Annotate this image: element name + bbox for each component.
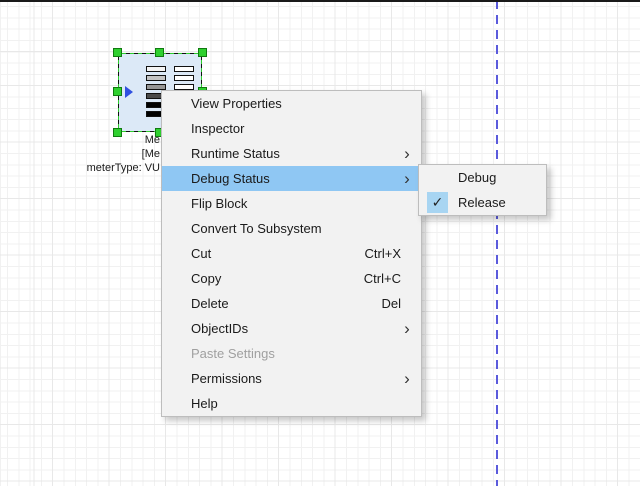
menu-item-label: Flip Block: [191, 196, 421, 211]
menu-item-debug-status[interactable]: Debug Status ›: [162, 166, 421, 191]
menu-item-runtime-status[interactable]: Runtime Status ›: [162, 141, 421, 166]
submenu-item-label: Debug: [458, 170, 546, 185]
submenu-arrow-icon: ›: [399, 370, 415, 387]
menu-item-objectids[interactable]: ObjectIDs ›: [162, 316, 421, 341]
submenu-item-debug[interactable]: Debug: [419, 165, 546, 190]
signal-wire[interactable]: [0, 0, 640, 2]
alignment-guide-line: [496, 0, 498, 486]
debug-status-submenu: Debug ✓ Release: [418, 164, 547, 216]
menu-item-label: View Properties: [191, 96, 421, 111]
check-cell: [427, 167, 448, 188]
menu-item-shortcut: Del: [381, 296, 401, 311]
selection-handle[interactable]: [113, 48, 122, 57]
selection-handle[interactable]: [198, 48, 207, 57]
checkmark-icon: ✓: [427, 192, 448, 213]
menu-item-permissions[interactable]: Permissions ›: [162, 366, 421, 391]
menu-item-label: Inspector: [191, 121, 421, 136]
submenu-item-label: Release: [458, 195, 546, 210]
selection-handle[interactable]: [155, 48, 164, 57]
block-property-text: meterType: VU: [0, 161, 160, 175]
menu-item-label: Help: [191, 396, 421, 411]
block-type-text: [Me: [0, 147, 160, 161]
menu-item-label: Runtime Status: [191, 146, 399, 161]
selection-handle[interactable]: [113, 87, 122, 96]
block-name-text: Me: [0, 133, 160, 147]
menu-item-label: Delete: [191, 296, 381, 311]
menu-item-help[interactable]: Help: [162, 391, 421, 416]
menu-item-cut[interactable]: Cut Ctrl+X: [162, 241, 421, 266]
menu-item-paste-settings: Paste Settings: [162, 341, 421, 366]
menu-item-view-properties[interactable]: View Properties: [162, 91, 421, 116]
menu-item-copy[interactable]: Copy Ctrl+C: [162, 266, 421, 291]
menu-item-label: Permissions: [191, 371, 399, 386]
menu-item-label: Debug Status: [191, 171, 399, 186]
menu-item-label: ObjectIDs: [191, 321, 399, 336]
input-port-icon: [125, 86, 133, 98]
submenu-arrow-icon: ›: [399, 320, 415, 337]
menu-item-shortcut: Ctrl+X: [365, 246, 401, 261]
diagram-canvas[interactable]: Me [Me meterType: VU View Properties Ins…: [0, 0, 640, 486]
menu-item-label: Cut: [191, 246, 365, 261]
menu-item-label: Copy: [191, 271, 364, 286]
submenu-item-release[interactable]: ✓ Release: [419, 190, 546, 215]
menu-item-inspector[interactable]: Inspector: [162, 116, 421, 141]
menu-item-shortcut: Ctrl+C: [364, 271, 401, 286]
menu-item-delete[interactable]: Delete Del: [162, 291, 421, 316]
menu-item-convert-to-subsystem[interactable]: Convert To Subsystem: [162, 216, 421, 241]
context-menu: View Properties Inspector Runtime Status…: [161, 90, 422, 417]
menu-item-flip-block[interactable]: Flip Block: [162, 191, 421, 216]
submenu-arrow-icon: ›: [399, 145, 415, 162]
menu-item-label: Convert To Subsystem: [191, 221, 421, 236]
submenu-arrow-icon: ›: [399, 170, 415, 187]
menu-item-label: Paste Settings: [191, 346, 421, 361]
block-label: Me [Me meterType: VU: [0, 133, 160, 175]
